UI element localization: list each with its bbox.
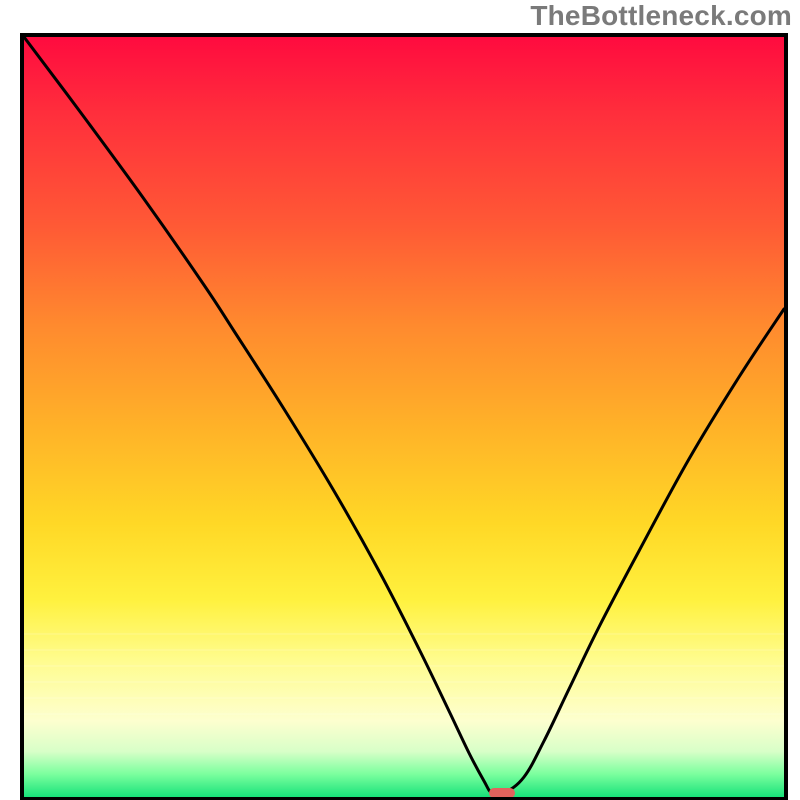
sweet-spot-marker: [489, 788, 515, 798]
bottleneck-curve: [24, 37, 784, 797]
chart-frame: TheBottleneck.com: [0, 0, 800, 800]
watermark-text: TheBottleneck.com: [530, 0, 792, 32]
plot-area: [20, 33, 788, 800]
